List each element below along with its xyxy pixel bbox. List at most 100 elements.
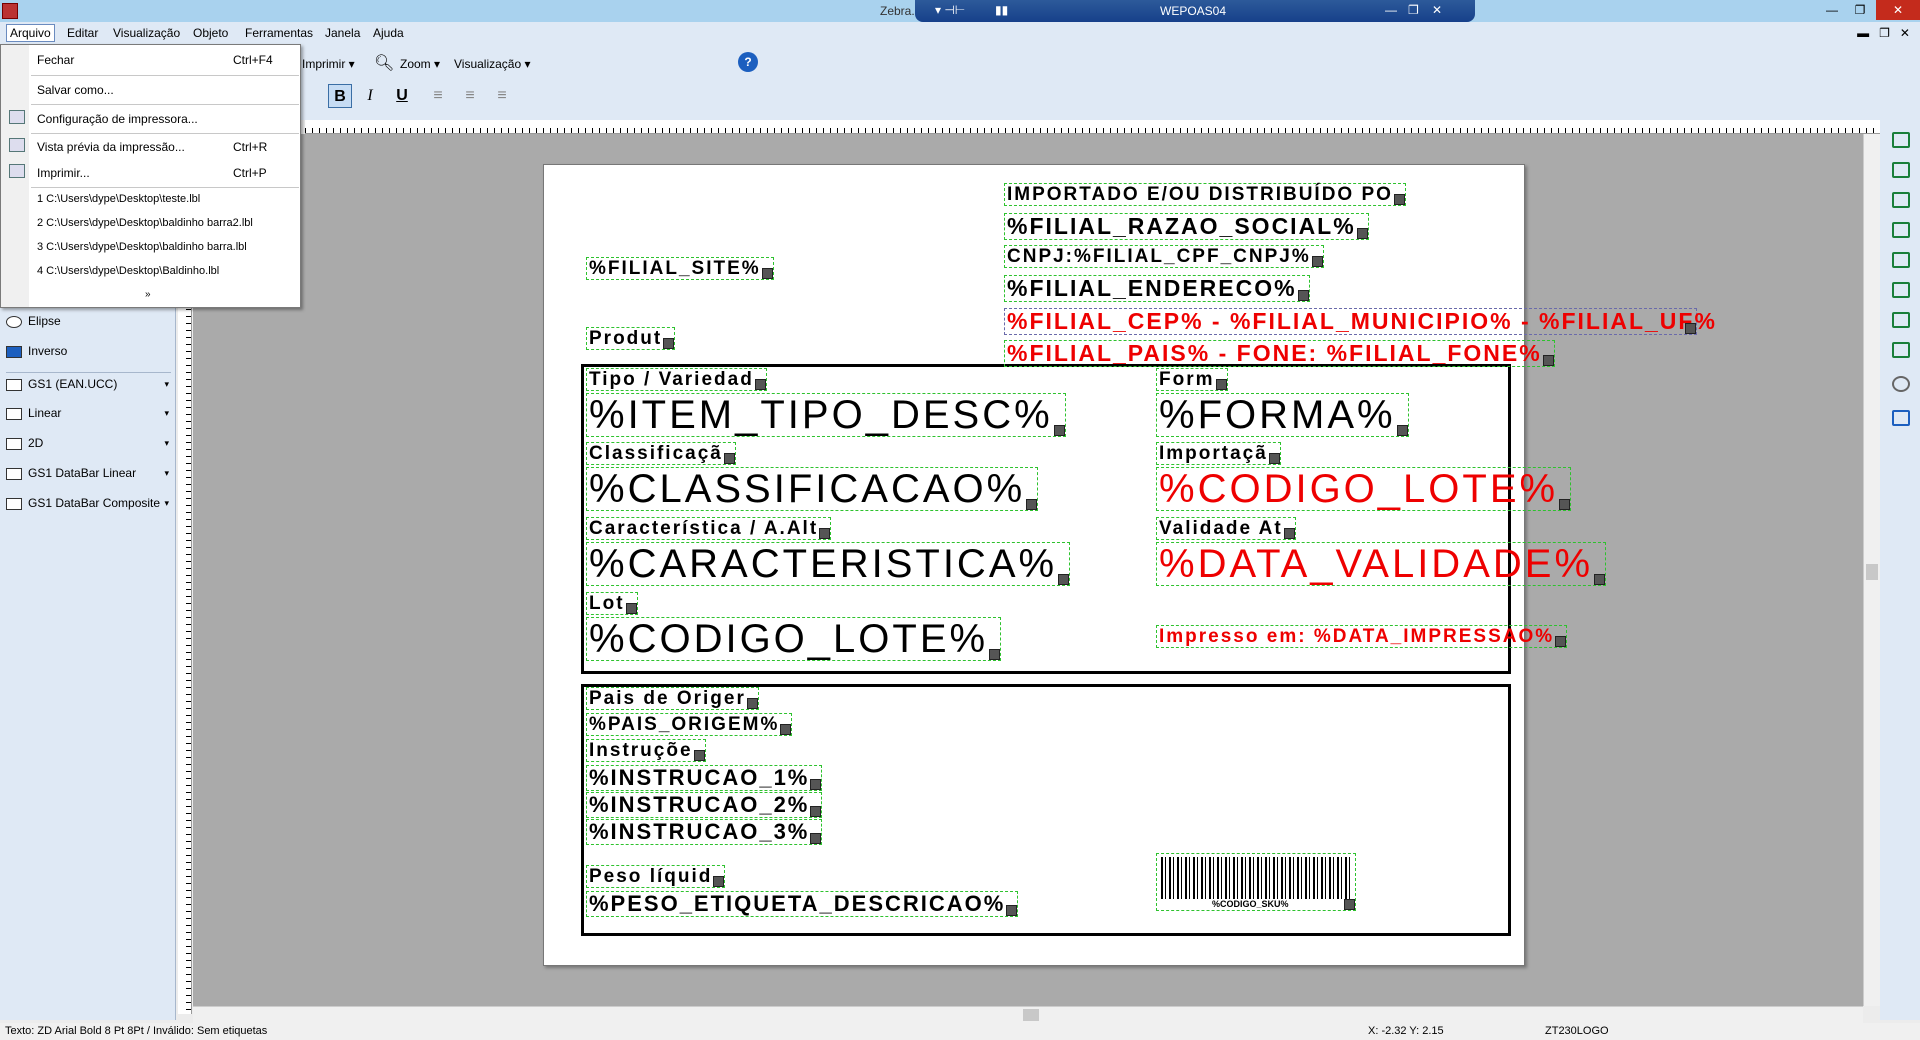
text-pais-label[interactable]: Pais de Origer [586,687,759,710]
text-class-value[interactable]: %CLASSIFICACAO% [586,467,1039,511]
text-importado[interactable]: IMPORTADO E/OU DISTRIBUÍDO PO [1004,183,1406,206]
field-icon [1026,499,1038,510]
menu-visualizacao[interactable]: Visualização [110,25,183,41]
text-carac-label[interactable]: Característica / A.Alt [586,517,832,540]
text-peso-label[interactable]: Peso líquid [586,865,726,888]
underline-button[interactable]: U [390,84,414,108]
print-button[interactable]: Imprimir ▾ [302,57,355,71]
menu-arquivo[interactable]: Arquivo [6,24,55,42]
remote-close-icon[interactable]: ✕ [1432,3,1442,17]
tool-elipse[interactable]: Elipse [6,310,171,332]
menu-item-recent-1[interactable]: 1 C:\Users\dype\Desktop\teste.lbl [37,193,200,205]
text-tipo-value[interactable]: %ITEM_TIPO_DESC% [586,393,1066,437]
text-valid-label[interactable]: Validade At [1156,517,1296,540]
align-top-icon[interactable] [1892,132,1910,148]
text-import-label[interactable]: Importaçã [1156,442,1281,465]
text-instr3[interactable]: %INSTRUCAO_3% [586,819,823,845]
align-left-objects-icon[interactable] [1892,222,1910,238]
menu-janela[interactable]: Janela [322,25,363,41]
menu-objeto[interactable]: Objeto [190,25,231,41]
menu-item-salvar-como[interactable]: Salvar como... [37,83,114,97]
distribute-v-icon[interactable] [1892,342,1910,358]
text-peso-value[interactable]: %PESO_ETIQUETA_DESCRICAO% [586,891,1019,917]
help-icon[interactable]: ? [738,52,758,72]
field-icon [989,649,1001,660]
minimize-icon[interactable]: — [1818,0,1846,20]
menu-item-imprimir[interactable]: Imprimir... [37,166,90,180]
text-import-value[interactable]: %CODIGO_LOTE% [1156,467,1572,511]
tool-gs1-databar-composite[interactable]: GS1 DataBar Composite ▾ [6,492,171,514]
field-text: %CARACTERISTICA% [589,542,1058,586]
view-button[interactable]: Visualização ▾ [454,57,531,71]
app-icon[interactable] [2,3,18,19]
text-forma-value[interactable]: %FORMA% [1156,393,1409,437]
zoom-button[interactable]: Zoom ▾ [400,57,440,71]
text-impresso[interactable]: Impresso em: %DATA_IMPRESSAO% [1156,625,1568,648]
vertical-scrollbar[interactable] [1863,134,1880,1006]
text-forma-label[interactable]: Form [1156,368,1228,391]
expand-menu-icon[interactable]: » [145,289,151,300]
bold-button[interactable]: B [328,84,352,108]
remote-minimize-icon[interactable]: — [1385,3,1397,17]
tool-gs1-databar-linear[interactable]: GS1 DataBar Linear ▾ [6,462,171,484]
zoom-label: Zoom [400,57,431,71]
rotate-icon[interactable] [1892,376,1910,392]
align-bottom-icon[interactable] [1892,192,1910,208]
menu-item-recent-4[interactable]: 4 C:\Users\dype\Desktop\Baldinho.lbl [37,265,219,277]
text-instr2[interactable]: %INSTRUCAO_2% [586,792,823,818]
pin-icon[interactable]: ▾ ⊣⊢ [935,3,965,17]
distribute-h-icon[interactable] [1892,312,1910,328]
italic-button[interactable]: I [358,84,382,108]
menu-ajuda[interactable]: Ajuda [370,25,407,41]
text-cep-selected[interactable]: %FILIAL_CEP% - %FILIAL_MUNICIPIO% - %FIL… [1004,308,1715,335]
menu-item-recent-2[interactable]: 2 C:\Users\dype\Desktop\baldinho barra2.… [37,217,253,229]
tool-gs1-ean[interactable]: GS1 (EAN.UCC) ▾ [6,372,171,394]
mdi-window-controls[interactable]: ▬ ❐ ✕ [1857,26,1910,40]
restore-icon[interactable]: ❐ [1846,0,1874,20]
shortcut-fechar: Ctrl+F4 [233,53,273,67]
menu-item-vista-previa[interactable]: Vista prévia da impressão... [37,140,185,154]
menu-ferramentas[interactable]: Ferramentas [242,25,316,41]
text-produto[interactable]: Produt [586,327,676,350]
group-icon[interactable] [1892,410,1910,426]
field-icon [810,806,822,817]
chevron-down-icon: ▾ [164,408,169,418]
align-center-icon[interactable]: ≡ [458,84,482,108]
text-tipo-label[interactable]: Tipo / Variedad [586,368,767,391]
barcode-sku[interactable]: %CODIGO_SKU% [1156,853,1356,911]
text-instr1[interactable]: %INSTRUCAO_1% [586,765,823,791]
text-lote-label[interactable]: Lot [586,592,638,615]
align-middle-icon[interactable] [1892,162,1910,178]
menu-item-fechar[interactable]: Fechar [37,53,74,67]
align-right-icon[interactable]: ≡ [490,84,514,108]
text-carac-value[interactable]: %CARACTERISTICA% [586,542,1071,586]
align-center-objects-icon[interactable] [1892,252,1910,268]
remote-restore-icon[interactable]: ❐ [1408,3,1419,17]
text-pais-fone[interactable]: %FILIAL_PAIS% - FONE: %FILIAL_FONE% [1004,340,1555,367]
zoom-icon[interactable]: 🔍︎ [374,53,394,73]
printer-icon [9,164,25,178]
menu-item-recent-3[interactable]: 3 C:\Users\dype\Desktop\baldinho barra.l… [37,241,247,253]
menu-item-config-impressora[interactable]: Configuração de impressora... [37,112,198,126]
tool-2d[interactable]: 2D ▾ [6,432,171,454]
horizontal-scrollbar[interactable] [193,1006,1863,1023]
text-cnpj[interactable]: CNPJ:%FILIAL_CPF_CNPJ% [1004,245,1324,268]
tool-linear[interactable]: Linear ▾ [6,402,171,424]
text-pais-value[interactable]: %PAIS_ORIGEM% [586,713,793,736]
align-left-icon[interactable]: ≡ [426,84,450,108]
text-razao-social[interactable]: %FILIAL_RAZAO_SOCIAL% [1004,213,1369,240]
text-site[interactable]: %FILIAL_SITE% [586,257,774,280]
horizontal-scroll-thumb[interactable] [1023,1009,1039,1021]
vertical-scroll-thumb[interactable] [1866,564,1878,580]
field-icon [1685,323,1696,334]
align-right-objects-icon[interactable] [1892,282,1910,298]
close-icon[interactable]: ✕ [1876,0,1920,20]
text-class-label[interactable]: Classificaçã [586,442,736,465]
label-canvas[interactable]: IMPORTADO E/OU DISTRIBUÍDO PO %FILIAL_RA… [543,164,1715,966]
text-instr-label[interactable]: Instruçõe [586,739,706,762]
tool-inverso[interactable]: Inverso [6,340,171,362]
text-endereco[interactable]: %FILIAL_ENDERECO% [1004,275,1310,302]
text-lote-value[interactable]: %CODIGO_LOTE% [586,617,1002,661]
menu-editar[interactable]: Editar [64,25,101,41]
text-valid-value[interactable]: %DATA_VALIDADE% [1156,542,1607,586]
